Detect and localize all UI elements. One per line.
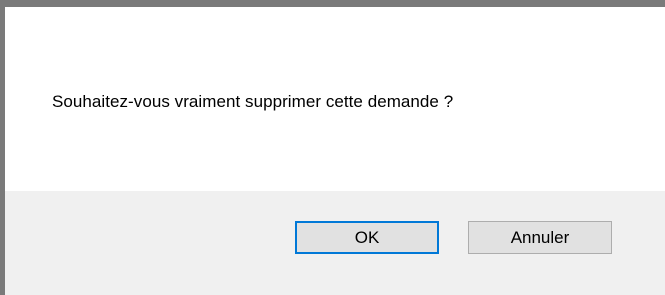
- dialog-content: Souhaitez-vous vraiment supprimer cette …: [5, 7, 665, 191]
- dialog-footer: OK Annuler: [5, 191, 665, 295]
- dialog-message: Souhaitez-vous vraiment supprimer cette …: [52, 92, 454, 111]
- ok-button[interactable]: OK: [295, 221, 439, 254]
- confirm-dialog: Souhaitez-vous vraiment supprimer cette …: [0, 0, 665, 295]
- window-frame-top: [0, 0, 665, 7]
- cancel-button[interactable]: Annuler: [468, 221, 612, 254]
